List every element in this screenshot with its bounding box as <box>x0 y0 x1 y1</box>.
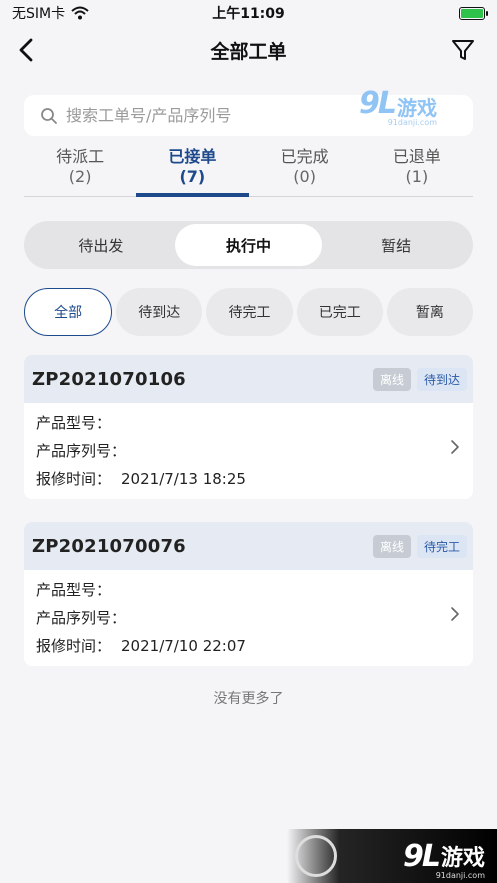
status-badge: 待到达 <box>416 367 467 391</box>
watermark-url: 91danji.com <box>387 118 437 127</box>
time-value: 2021/7/10 22:07 <box>121 637 246 655</box>
tab-count: (7) <box>179 167 206 186</box>
filter-chips: 全部 待到达 待完工 已完工 暂离 <box>24 288 474 336</box>
serial-label: 产品序列号： <box>36 609 127 627</box>
back-button[interactable] <box>12 36 40 64</box>
tab-returned[interactable]: 已退单 (1) <box>361 145 473 197</box>
tab-accepted[interactable]: 已接单 (7) <box>136 145 249 197</box>
model-row: 产品型号： <box>36 409 461 437</box>
watermark-brand-text: 游戏 <box>440 846 485 871</box>
tab-count: (0) <box>293 167 316 186</box>
order-number: ZP2021070076 <box>32 535 186 557</box>
order-number: ZP2021070106 <box>32 368 186 390</box>
segment-pending-departure[interactable]: 待出发 <box>27 224 175 266</box>
model-label: 产品型号： <box>36 414 112 432</box>
chevron-right-icon <box>451 440 459 454</box>
watermark-logo-bottom: 9L 游戏 91danji.com <box>287 829 497 883</box>
search-icon <box>41 107 57 124</box>
wifi-icon <box>71 6 89 20</box>
serial-row: 产品序列号： <box>36 437 461 465</box>
watermark-circle-icon <box>295 835 337 877</box>
chip-all[interactable]: 全部 <box>24 288 113 336</box>
status-badge: 待完工 <box>416 534 467 558</box>
chip-away[interactable]: 暂离 <box>386 288 474 336</box>
time-label: 报修时间： <box>36 637 112 655</box>
watermark-url: 91danji.com <box>435 871 485 880</box>
segment-paused[interactable]: 暂结 <box>322 224 470 266</box>
chevron-right-icon <box>451 607 459 621</box>
no-more-text: 没有更多了 <box>213 691 284 707</box>
tab-pending-dispatch[interactable]: 待派工 (2) <box>24 145 136 197</box>
watermark-brand-text: 游戏 <box>397 96 437 120</box>
model-row: 产品型号： <box>36 576 461 604</box>
time-label: 报修时间： <box>36 470 112 488</box>
tab-completed[interactable]: 已完成 (0) <box>249 145 361 197</box>
status-left: 无SIM卡 <box>12 3 89 23</box>
carrier-text: 无SIM卡 <box>12 6 66 22</box>
page-title: 全部工单 <box>210 40 287 63</box>
card-header: ZP2021070106 离线 待到达 <box>24 355 473 403</box>
tab-label: 已完成 <box>280 147 329 166</box>
status-bar: 无SIM卡 上午11:09 <box>0 0 497 26</box>
order-card[interactable]: ZP2021070106 离线 待到达 产品型号： 产品序列号： 报修时间： 2… <box>24 355 473 499</box>
offline-badge: 离线 <box>372 367 411 391</box>
chevron-left-icon <box>19 38 33 62</box>
card-body: 产品型号： 产品序列号： 报修时间： 2021/7/10 22:07 <box>24 570 473 666</box>
chip-finished[interactable]: 已完工 <box>296 288 383 336</box>
offline-badge: 离线 <box>372 534 411 558</box>
status-tabs: 待派工 (2) 已接单 (7) 已完成 (0) 已退单 (1) <box>24 145 473 197</box>
card-body: 产品型号： 产品序列号： 报修时间： 2021/7/13 18:25 <box>24 403 473 499</box>
tab-count: (2) <box>68 167 92 186</box>
segment-in-progress[interactable]: 执行中 <box>174 224 323 266</box>
tab-label: 已接单 <box>168 147 217 166</box>
model-label: 产品型号： <box>36 581 112 599</box>
tab-count: (1) <box>405 167 429 186</box>
chip-pending-finish[interactable]: 待完工 <box>206 288 293 336</box>
card-badges: 离线 待完工 <box>372 534 467 558</box>
nav-bar: 全部工单 <box>0 26 497 74</box>
tab-label: 待派工 <box>56 147 105 166</box>
filter-button[interactable] <box>449 36 477 64</box>
card-header: ZP2021070076 离线 待完工 <box>24 522 473 570</box>
search-input[interactable] <box>66 106 366 125</box>
battery-icon <box>459 6 488 20</box>
serial-row: 产品序列号： <box>36 604 461 632</box>
tab-label: 已退单 <box>392 147 441 166</box>
segment-control: 待出发 执行中 暂结 <box>24 221 473 269</box>
watermark-logo-top: 9L 游戏 91danji.com <box>359 86 437 127</box>
card-badges: 离线 待到达 <box>372 367 467 391</box>
time-value: 2021/7/13 18:25 <box>121 470 246 488</box>
chip-pending-arrival[interactable]: 待到达 <box>116 288 203 336</box>
order-card[interactable]: ZP2021070076 离线 待完工 产品型号： 产品序列号： 报修时间： 2… <box>24 522 473 666</box>
watermark-brand-num: 9L <box>402 838 441 874</box>
watermark-brand-num: 9L <box>359 86 397 121</box>
time-row: 报修时间： 2021/7/10 22:07 <box>36 632 461 660</box>
serial-label: 产品序列号： <box>36 442 127 460</box>
filter-icon <box>452 40 474 60</box>
time-row: 报修时间： 2021/7/13 18:25 <box>36 465 461 493</box>
